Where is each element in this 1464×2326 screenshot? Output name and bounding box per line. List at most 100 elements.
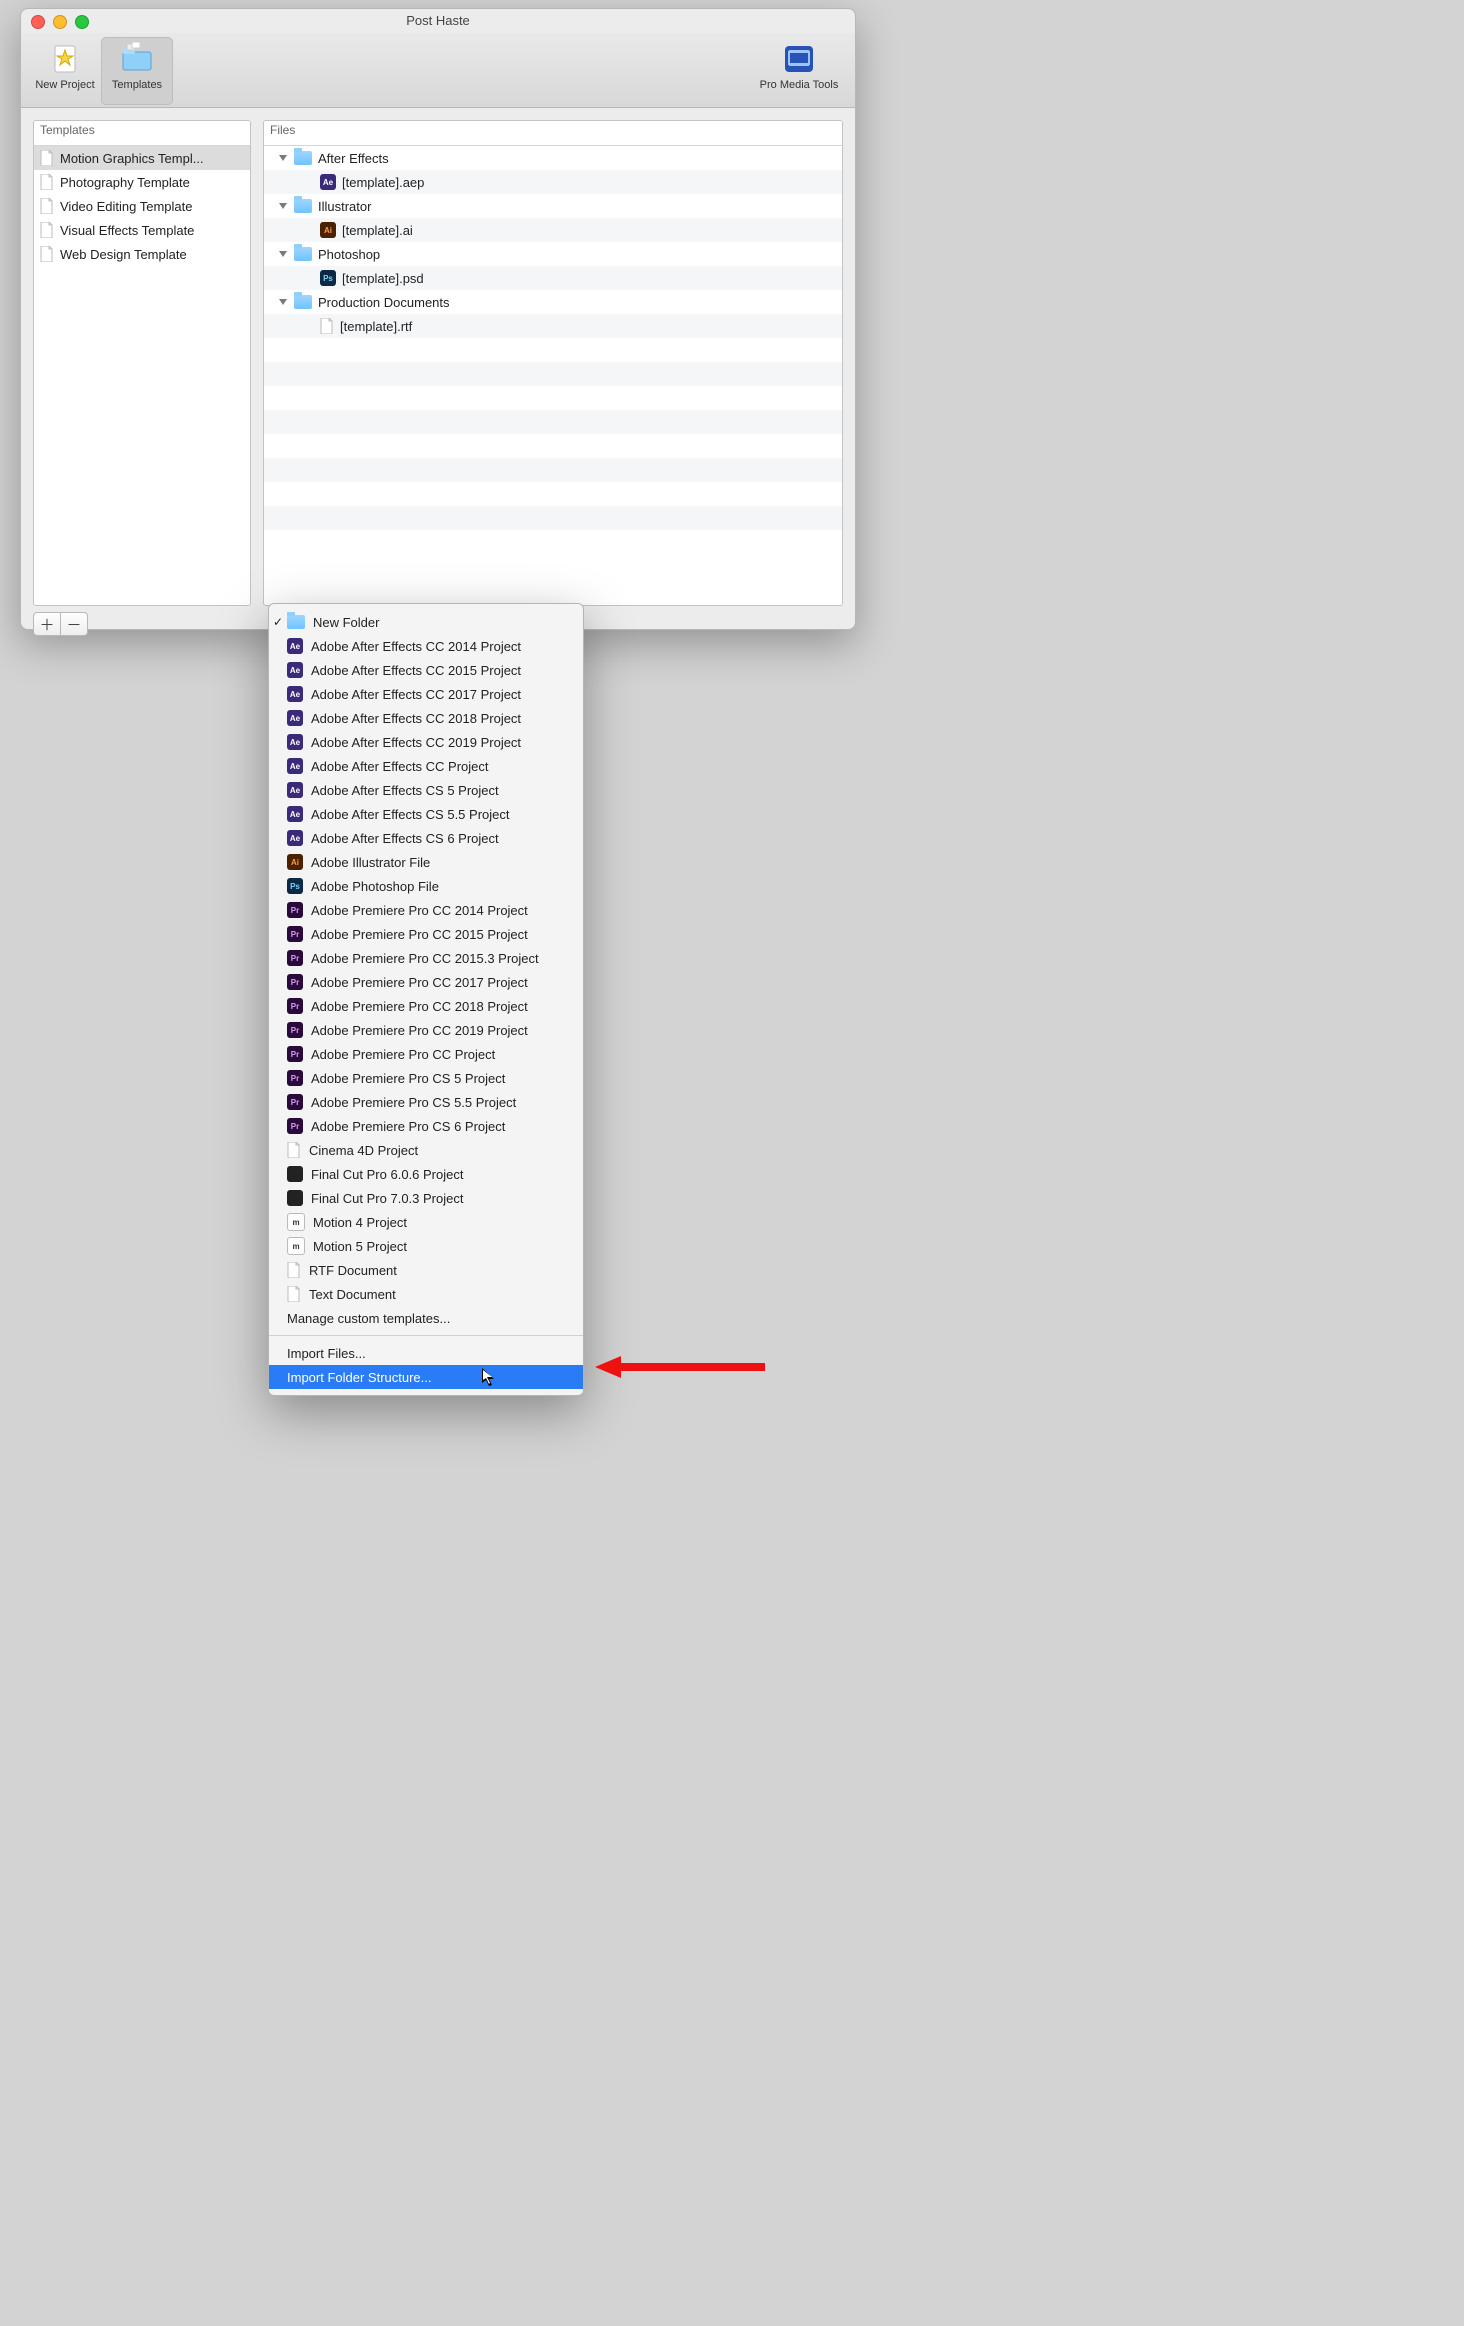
disclosure-triangle-icon[interactable] xyxy=(278,297,288,307)
zoom-window-button[interactable] xyxy=(75,15,89,29)
templates-icon xyxy=(117,41,157,77)
menu-item[interactable]: PrAdobe Premiere Pro CC 2018 Project xyxy=(269,994,583,1018)
menu-item[interactable]: Final Cut Pro 6.0.6 Project xyxy=(269,1162,583,1186)
menu-item[interactable]: RTF Document xyxy=(269,1258,583,1282)
menu-item[interactable]: PrAdobe Premiere Pro CS 5.5 Project xyxy=(269,1090,583,1114)
menu-item-label: Final Cut Pro 7.0.3 Project xyxy=(311,1191,463,1206)
file-row[interactable]: Ae[template].aep xyxy=(264,170,842,194)
menu-item-import-folder-structure[interactable]: Import Folder Structure... xyxy=(269,1365,583,1389)
menu-item[interactable]: PrAdobe Premiere Pro CC 2014 Project xyxy=(269,898,583,922)
new-project-button[interactable]: New Project xyxy=(29,37,101,105)
folder-icon xyxy=(287,615,305,629)
menu-item[interactable]: PrAdobe Premiere Pro CC 2015.3 Project xyxy=(269,946,583,970)
menu-item[interactable]: PrAdobe Premiere Pro CS 6 Project xyxy=(269,1114,583,1138)
menu-item[interactable]: PrAdobe Premiere Pro CC 2015 Project xyxy=(269,922,583,946)
empty-row xyxy=(264,410,842,434)
pr-app-icon: Pr xyxy=(287,950,303,966)
pr-app-icon: Pr xyxy=(287,926,303,942)
pr-app-icon: Pr xyxy=(287,998,303,1014)
menu-item[interactable]: AeAdobe After Effects CS 5 Project xyxy=(269,778,583,802)
templates-list[interactable]: Motion Graphics Templ...Photography Temp… xyxy=(34,146,250,605)
menu-item-label: Motion 5 Project xyxy=(313,1239,407,1254)
pr-app-icon: Pr xyxy=(287,974,303,990)
template-row[interactable]: Video Editing Template xyxy=(34,194,250,218)
disclosure-triangle-icon[interactable] xyxy=(278,153,288,163)
menu-item-label: Final Cut Pro 6.0.6 Project xyxy=(311,1167,463,1182)
ae-app-icon: Ae xyxy=(320,174,336,190)
folder-row[interactable]: Illustrator xyxy=(264,194,842,218)
template-label: Visual Effects Template xyxy=(60,223,194,238)
folder-row[interactable]: Production Documents xyxy=(264,290,842,314)
menu-item[interactable]: Cinema 4D Project xyxy=(269,1138,583,1162)
file-row[interactable]: Ps[template].psd xyxy=(264,266,842,290)
menu-item[interactable]: PsAdobe Photoshop File xyxy=(269,874,583,898)
menu-item[interactable]: Text Document xyxy=(269,1282,583,1306)
template-label: Video Editing Template xyxy=(60,199,193,214)
menu-item-label: Adobe After Effects CC 2019 Project xyxy=(311,735,521,750)
app-window: Post Haste New Project Templates Pro Med… xyxy=(20,8,856,630)
menu-item[interactable]: m Motion 5 Project xyxy=(269,1234,583,1258)
file-row[interactable]: [template].rtf xyxy=(264,314,842,338)
add-file-popup-menu[interactable]: ✓New FolderAeAdobe After Effects CC 2014… xyxy=(268,603,584,1396)
remove-template-button[interactable]: － xyxy=(61,612,88,636)
templates-button[interactable]: Templates xyxy=(101,37,173,105)
disclosure-triangle-icon[interactable] xyxy=(278,201,288,211)
template-row[interactable]: Motion Graphics Templ... xyxy=(34,146,250,170)
menu-item-manage[interactable]: Manage custom templates... xyxy=(269,1306,583,1330)
blk-app-icon xyxy=(287,1190,303,1206)
menu-item[interactable]: Final Cut Pro 7.0.3 Project xyxy=(269,1186,583,1210)
new-project-icon xyxy=(45,41,85,77)
menu-item[interactable]: AeAdobe After Effects CC 2019 Project xyxy=(269,730,583,754)
template-row[interactable]: Web Design Template xyxy=(34,242,250,266)
minimize-window-button[interactable] xyxy=(53,15,67,29)
menu-item-label: Adobe Photoshop File xyxy=(311,879,439,894)
document-icon xyxy=(320,318,334,334)
menu-item[interactable]: AeAdobe After Effects CC 2018 Project xyxy=(269,706,583,730)
menu-item[interactable]: PrAdobe Premiere Pro CC 2017 Project xyxy=(269,970,583,994)
close-window-button[interactable] xyxy=(31,15,45,29)
disclosure-triangle-icon[interactable] xyxy=(278,249,288,259)
document-icon xyxy=(40,150,54,166)
menu-item[interactable]: AeAdobe After Effects CC 2017 Project xyxy=(269,682,583,706)
menu-item-label: Import Folder Structure... xyxy=(287,1370,432,1385)
menu-item-label: Adobe After Effects CC Project xyxy=(311,759,489,774)
pr-app-icon: Pr xyxy=(287,1094,303,1110)
menu-item[interactable]: AiAdobe Illustrator File xyxy=(269,850,583,874)
files-panel: Files After Effects Ae[template].aepIllus… xyxy=(263,120,843,606)
folder-row[interactable]: After Effects xyxy=(264,146,842,170)
pro-media-tools-button[interactable]: Pro Media Tools xyxy=(751,37,847,105)
menu-item[interactable]: ✓New Folder xyxy=(269,610,583,634)
menu-item[interactable]: AeAdobe After Effects CC Project xyxy=(269,754,583,778)
add-template-button[interactable]: ＋ xyxy=(33,612,61,636)
menu-item[interactable]: mMotion 4 Project xyxy=(269,1210,583,1234)
document-icon xyxy=(287,1262,301,1278)
files-list[interactable]: After Effects Ae[template].aepIllustrator… xyxy=(264,146,842,605)
menu-item[interactable]: AeAdobe After Effects CS 5.5 Project xyxy=(269,802,583,826)
file-label: After Effects xyxy=(318,151,389,166)
new-project-label: New Project xyxy=(35,79,94,91)
menu-item[interactable]: AeAdobe After Effects CS 6 Project xyxy=(269,826,583,850)
menu-item-label: Adobe Premiere Pro CS 5 Project xyxy=(311,1071,505,1086)
document-icon xyxy=(40,246,54,262)
empty-row xyxy=(264,338,842,362)
folder-row[interactable]: Photoshop xyxy=(264,242,842,266)
menu-item[interactable]: PrAdobe Premiere Pro CC Project xyxy=(269,1042,583,1066)
template-row[interactable]: Photography Template xyxy=(34,170,250,194)
ps-app-icon: Ps xyxy=(320,270,336,286)
mo-app-icon: m xyxy=(287,1237,305,1255)
file-row[interactable]: Ai[template].ai xyxy=(264,218,842,242)
files-header: Files xyxy=(264,121,842,146)
menu-item[interactable]: AeAdobe After Effects CC 2015 Project xyxy=(269,658,583,682)
folder-icon xyxy=(294,199,312,213)
menu-item[interactable]: PrAdobe Premiere Pro CC 2019 Project xyxy=(269,1018,583,1042)
menu-item-import-files[interactable]: Import Files... xyxy=(269,1341,583,1365)
menu-item[interactable]: PrAdobe Premiere Pro CS 5 Project xyxy=(269,1066,583,1090)
ae-app-icon: Ae xyxy=(287,782,303,798)
empty-row xyxy=(264,530,842,554)
menu-item[interactable]: AeAdobe After Effects CC 2014 Project xyxy=(269,634,583,658)
menu-item-label: Adobe After Effects CC 2017 Project xyxy=(311,687,521,702)
empty-row xyxy=(264,506,842,530)
folder-icon xyxy=(294,151,312,165)
window-body: Templates Motion Graphics Templ...Photog… xyxy=(21,108,855,606)
template-row[interactable]: Visual Effects Template xyxy=(34,218,250,242)
